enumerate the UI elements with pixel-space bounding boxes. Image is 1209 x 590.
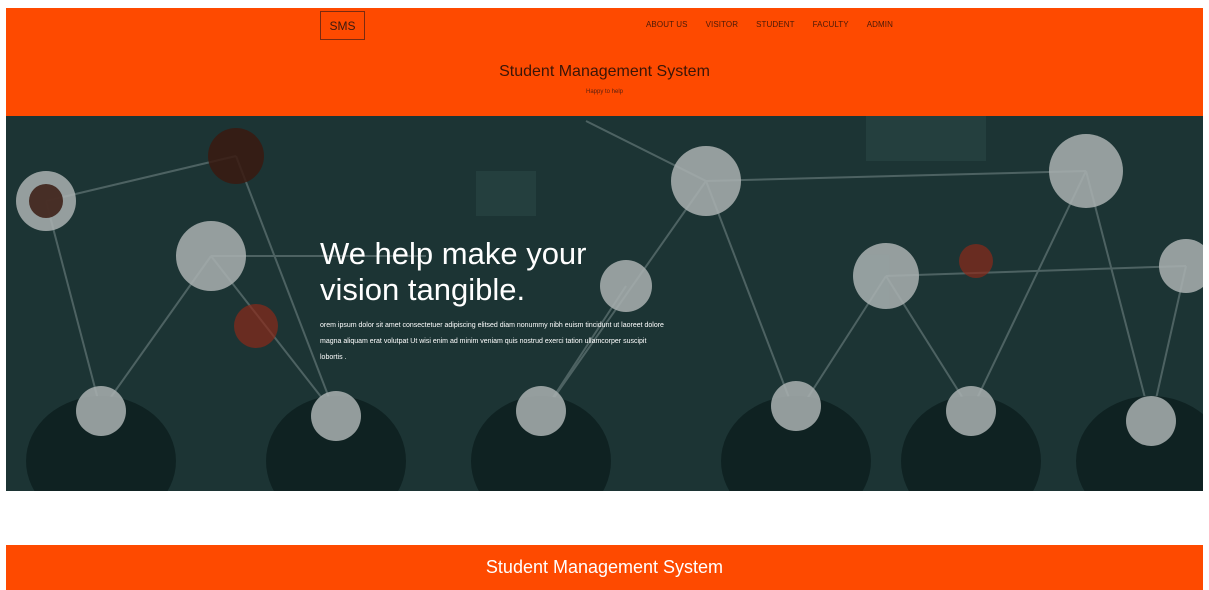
site-header: SMS ABOUT US VISITOR STUDENT FACULTY ADM…: [6, 8, 1203, 116]
footer-bar: Student Management System: [6, 545, 1203, 590]
nav-faculty[interactable]: FACULTY: [813, 20, 849, 29]
nav-student[interactable]: STUDENT: [756, 20, 794, 29]
hero-banner: We help make your vision tangible. orem …: [6, 116, 1203, 491]
main-nav: ABOUT US VISITOR STUDENT FACULTY ADMIN: [646, 20, 911, 29]
hero-title-line-1: We help make your: [320, 236, 587, 271]
logo-sms[interactable]: SMS: [320, 11, 365, 40]
footer-title: Student Management System: [485, 557, 724, 577]
hero-title-line-2: vision tangible.: [320, 272, 526, 307]
header-title: Student Management System: [499, 63, 710, 80]
hero-title: We help make your vision tangible.: [320, 236, 680, 308]
hero-body-text: orem ipsum dolor sit amet consectetuer a…: [320, 322, 664, 361]
header-subtitle: Happy to help: [585, 89, 624, 95]
nav-about-us[interactable]: ABOUT US: [646, 20, 688, 29]
nav-visitor[interactable]: VISITOR: [706, 20, 739, 29]
nav-admin[interactable]: ADMIN: [867, 20, 893, 29]
